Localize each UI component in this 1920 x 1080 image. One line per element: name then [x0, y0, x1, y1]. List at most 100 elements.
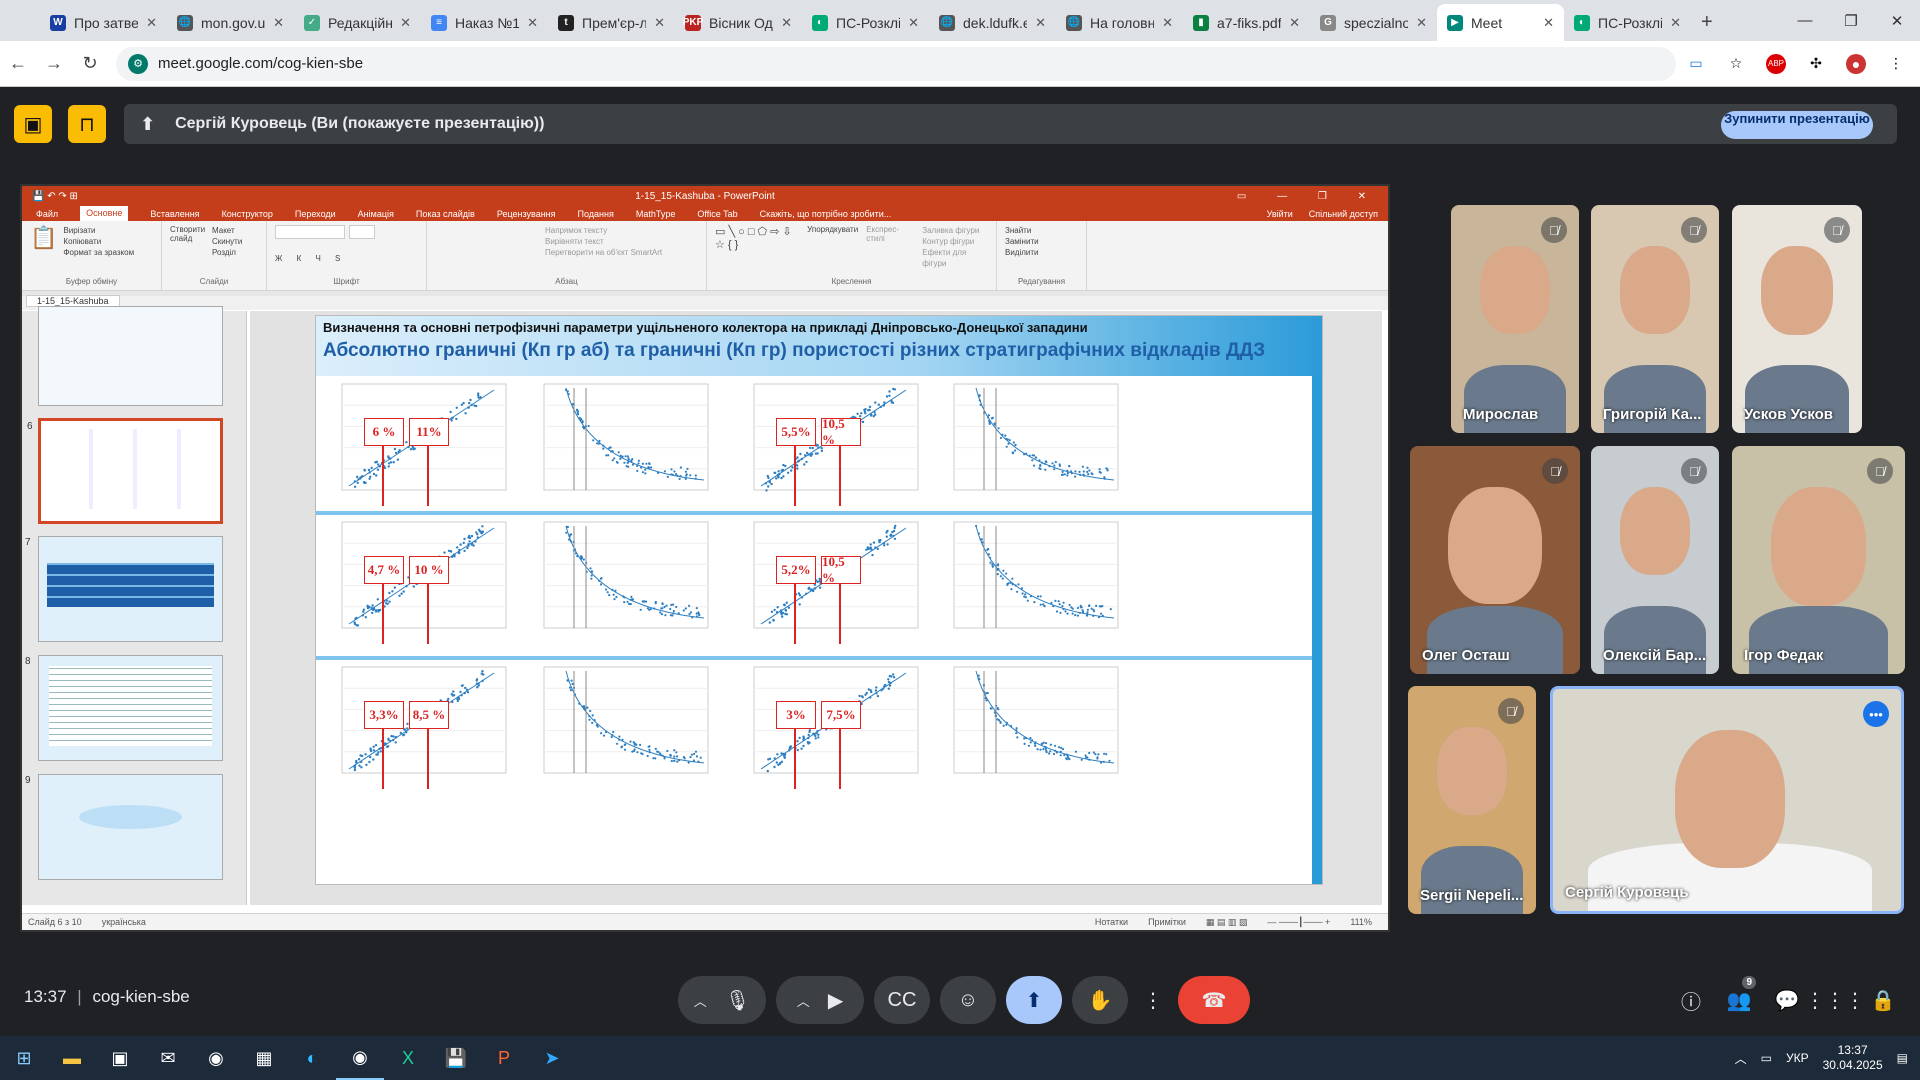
browser-tab[interactable]: PKP Вісник Од ✕	[675, 4, 802, 41]
chrome-active-icon[interactable]: ◉	[336, 1036, 384, 1080]
ppt-menu-item[interactable]: Конструктор	[222, 209, 273, 219]
ppt-menu-item[interactable]: Анімація	[358, 209, 394, 219]
reset-button[interactable]: Скинути	[212, 236, 242, 247]
slide-thumbnail-active[interactable]: 6	[27, 418, 223, 524]
camera-icon[interactable]: ▶	[828, 988, 843, 1013]
ppt-menu-item[interactable]: MathType	[636, 209, 676, 219]
zoom-level[interactable]: 111%	[1350, 917, 1388, 927]
ppt-quick-access-icons[interactable]: 💾 ↶ ↷ ⊞	[32, 191, 78, 202]
browser-tab[interactable]: ◐ ПС-Розклі ✕	[1564, 4, 1691, 41]
reload-icon[interactable]: ↻	[72, 53, 108, 74]
tab-close-icon[interactable]: ✕	[1416, 15, 1427, 31]
participant-tile[interactable]: Усков Усков 🎙̸	[1732, 205, 1862, 433]
start-icon[interactable]: ⊞	[0, 1036, 48, 1080]
camera-control[interactable]: ︿ ▶	[776, 976, 864, 1024]
file-explorer-icon[interactable]: ▬	[48, 1036, 96, 1080]
tab-close-icon[interactable]: ✕	[1543, 15, 1554, 31]
ppt-window-controls[interactable]: ▭ — ❐ ✕	[1237, 191, 1380, 202]
extensions-puzzle-icon[interactable]: ✣	[1806, 54, 1826, 74]
taskbar-clock[interactable]: 13:37 30.04.2025	[1823, 1043, 1883, 1073]
reactions-button[interactable]: ☺	[940, 976, 996, 1024]
tab-close-icon[interactable]: ✕	[400, 15, 411, 31]
ppt-menu-item[interactable]: Вставлення	[150, 209, 199, 219]
slide-thumbnail[interactable]: 9	[25, 774, 223, 880]
participant-tile[interactable]: Ігор Федак 🎙̸	[1732, 446, 1905, 674]
format-painter-button[interactable]: Формат за зразком	[63, 247, 134, 258]
font-name-field[interactable]	[275, 225, 345, 239]
participant-tile[interactable]: Сергій Куровець •••	[1550, 686, 1904, 914]
stop-presenting-button[interactable]: Зупинити презентацію	[1721, 111, 1873, 139]
people-icon[interactable]: 👥 9	[1722, 976, 1756, 1024]
replace-button[interactable]: Замінити	[1005, 236, 1078, 247]
cast-icon[interactable]: ▭	[1686, 54, 1706, 74]
ppt-menu-item[interactable]: Файл	[36, 209, 58, 219]
excel-icon[interactable]: X	[384, 1036, 432, 1080]
tab-close-icon[interactable]: ✕	[273, 15, 284, 31]
raise-hand-button[interactable]: ✋	[1072, 976, 1128, 1024]
browser-tab[interactable]: W Про затве ✕	[40, 4, 167, 41]
bookmark-star-icon[interactable]: ☆	[1726, 54, 1746, 74]
meeting-details-icon[interactable]: ⓘ	[1674, 976, 1708, 1024]
tab-close-icon[interactable]: ✕	[527, 15, 538, 31]
ppt-menu-item[interactable]: Подання	[578, 209, 614, 219]
ppt-menu-item[interactable]: Рецензування	[497, 209, 556, 219]
chevron-up-icon[interactable]: ︿	[694, 991, 707, 1010]
participant-tile[interactable]: Мирослав 🎙̸	[1451, 205, 1579, 433]
telegram-icon[interactable]: ➤	[528, 1036, 576, 1080]
language-indicator[interactable]: УКР	[1786, 1051, 1809, 1065]
back-icon[interactable]: ←	[0, 53, 36, 74]
network-icon[interactable]: ▭	[1761, 1051, 1772, 1065]
cut-button[interactable]: Вирізати	[63, 225, 134, 236]
slide-thumbnail[interactable]: 8	[25, 655, 223, 761]
activities-icon[interactable]: ⋮⋮⋮	[1805, 976, 1865, 1024]
language-indicator[interactable]: українська	[102, 917, 146, 927]
slide-thumbnail[interactable]: 7	[25, 536, 223, 642]
microphone-icon[interactable]: 🎙	[725, 988, 750, 1013]
ppt-menu-item[interactable]: Основне	[80, 206, 129, 221]
font-format-buttons[interactable]: Ж К Ч S	[275, 254, 418, 263]
browser-tab[interactable]: ▶ Meet ✕	[1437, 4, 1564, 41]
tray-expand-icon[interactable]: ︿	[1735, 1050, 1747, 1067]
tab-close-icon[interactable]: ✕	[1162, 15, 1173, 31]
browser-menu-icon[interactable]: ⋮	[1886, 54, 1906, 74]
shape-effects-button[interactable]: Ефекти для фігури	[922, 247, 988, 269]
restore-icon[interactable]: ❐	[1828, 0, 1874, 41]
arrange-button[interactable]: Упорядкувати	[807, 225, 858, 269]
browser-tab[interactable]: ✓ Редакційн ✕	[294, 4, 421, 41]
save-app-icon[interactable]: 💾	[432, 1036, 480, 1080]
copy-button[interactable]: Копіювати	[63, 236, 134, 247]
smartart-button[interactable]: Перетворити на об'єкт SmartArt	[545, 247, 698, 258]
site-info-icon[interactable]: ⚙	[128, 53, 148, 74]
browser-tab[interactable]: ◐ ПС-Розклі ✕	[802, 4, 929, 41]
leave-call-button[interactable]: ☎	[1178, 976, 1250, 1024]
notifications-icon[interactable]: ▤	[1897, 1051, 1908, 1065]
browser-tab[interactable]: ≡ Наказ №1 ✕	[421, 4, 548, 41]
participant-tile[interactable]: Олег Осташ 🎙̸	[1410, 446, 1580, 674]
forward-icon[interactable]: →	[36, 53, 72, 74]
ppt-menu-item[interactable]: Скажіть, що потрібно зробити...	[760, 209, 892, 219]
adblock-icon[interactable]: ABP	[1766, 53, 1786, 74]
powerpoint-icon[interactable]: P	[480, 1036, 528, 1080]
shape-fill-button[interactable]: Заливка фігури	[922, 225, 988, 236]
host-controls-icon[interactable]: 🔒	[1866, 976, 1900, 1024]
tab-close-icon[interactable]: ✕	[1670, 15, 1681, 31]
captions-button[interactable]: CC	[874, 976, 930, 1024]
tab-close-icon[interactable]: ✕	[1289, 15, 1300, 31]
shapes-gallery[interactable]: ▭ ╲ ○ □ ⬠ ⇨ ⇩ ☆ { }	[715, 225, 799, 269]
tab-close-icon[interactable]: ✕	[781, 15, 792, 31]
browser-tab[interactable]: 🌐 На головн ✕	[1056, 4, 1183, 41]
minimize-icon[interactable]: —	[1782, 0, 1828, 41]
slide-thumbnail[interactable]	[38, 306, 223, 406]
ppt-menu-item[interactable]: Показ слайдів	[416, 209, 475, 219]
comments-button[interactable]: Примітки	[1148, 917, 1186, 927]
ppt-menu-item[interactable]: Office Tab	[697, 209, 737, 219]
tab-close-icon[interactable]: ✕	[146, 15, 157, 31]
ppt-account-item[interactable]: Спільний доступ	[1309, 209, 1378, 219]
store-icon[interactable]: ▣	[96, 1036, 144, 1080]
paste-button[interactable]: 📋	[30, 225, 57, 258]
chat-icon[interactable]: 💬	[1770, 976, 1804, 1024]
browser-tab[interactable]: 🌐 dek.ldufk.e ✕	[929, 4, 1056, 41]
participant-tile[interactable]: Sergii Nepeli... 🎙̸	[1408, 686, 1536, 914]
browser-tab[interactable]: t Прем'єр-л ✕	[548, 4, 675, 41]
browser-tab[interactable]: Gspeczialno ✕	[1310, 4, 1437, 41]
